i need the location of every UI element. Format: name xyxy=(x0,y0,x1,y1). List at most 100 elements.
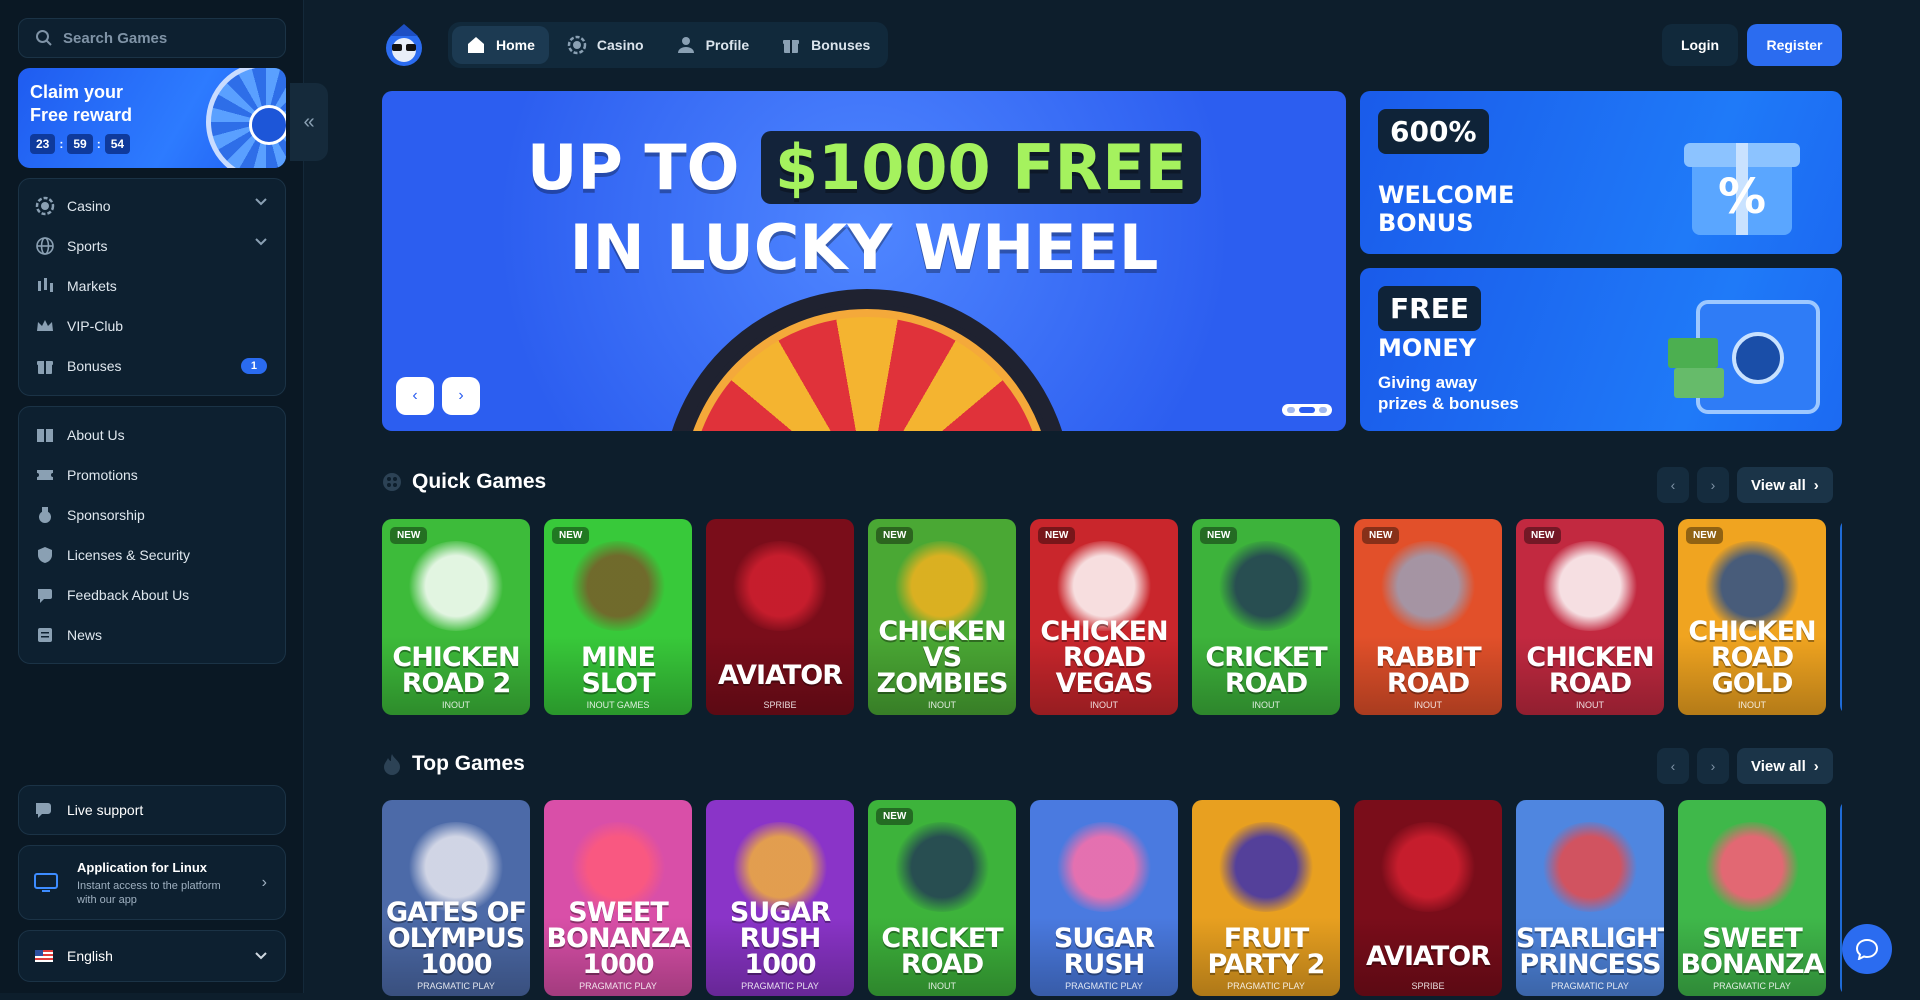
game-card[interactable]: NEW MINE SLOT INOUT GAMES xyxy=(544,519,692,715)
game-card[interactable]: SWEET BONANZA 1000 PRAGMATIC PLAY xyxy=(544,800,692,996)
wheel-graphic xyxy=(206,68,286,168)
crown-icon xyxy=(37,320,53,331)
quick-games-view-all[interactable]: View all › xyxy=(1737,467,1833,503)
login-button[interactable]: Login xyxy=(1662,24,1738,66)
game-title: CHICKEN VS ZOMBIES xyxy=(876,616,1009,699)
game-card[interactable]: GATES OF OLYMPUS 1000 PRAGMATIC PLAY xyxy=(382,800,530,996)
chevron-right-icon: › xyxy=(1710,477,1716,493)
top-games-next-button[interactable]: › xyxy=(1697,748,1729,784)
timer-seconds: 54 xyxy=(104,134,131,154)
game-artwork xyxy=(892,822,992,912)
search-input[interactable]: Search Games xyxy=(18,18,286,58)
new-badge: NEW xyxy=(1524,527,1562,544)
game-card[interactable]: NEW CHICKEN ROAD INOUT xyxy=(1516,519,1664,715)
quick-games-nav: ‹ › View all › xyxy=(1657,467,1833,503)
sidebar-item-feedback-about-us[interactable]: Feedback About Us xyxy=(19,575,285,615)
game-card[interactable]: AVIATOR SPRIBE xyxy=(706,519,854,715)
sidebar-menu-main: Casino Sports Markets VIP-Club Bonuses 1 xyxy=(18,178,286,396)
game-provider: SPRIBE xyxy=(1411,981,1445,991)
new-badge: NEW xyxy=(876,808,914,825)
hero-banner[interactable]: UP TO $1000 FREE IN LUCKY WHEEL ‹ › xyxy=(382,91,1346,431)
game-card-peek[interactable] xyxy=(1840,519,1842,715)
free-reward-promo[interactable]: Claim your Free reward 23: 59: 54 xyxy=(18,68,286,168)
mascot-logo-icon xyxy=(386,24,422,66)
game-card[interactable]: SUGAR RUSH PRAGMATIC PLAY xyxy=(1030,800,1178,996)
sidebar-item-label: Sponsorship xyxy=(67,507,145,523)
globe-icon xyxy=(36,237,54,255)
sidebar-item-label: Casino xyxy=(67,198,111,214)
tab-bonuses[interactable]: Bonuses xyxy=(767,26,884,64)
sidebar-item-promotions[interactable]: Promotions xyxy=(19,455,285,495)
game-card[interactable]: NEW CHICKEN ROAD GOLD INOUT xyxy=(1678,519,1826,715)
monitor-icon xyxy=(34,873,58,892)
game-card[interactable]: NEW CHICKEN ROAD VEGAS INOUT xyxy=(1030,519,1178,715)
game-provider: PRAGMATIC PLAY xyxy=(741,981,819,991)
quick-games-row: NEW CHICKEN ROAD 2 INOUT NEW MINE SLOT INOUT GA… xyxy=(382,519,1842,719)
home-icon xyxy=(468,37,484,53)
svg-text:%: % xyxy=(1718,169,1766,225)
tab-casino[interactable]: Casino xyxy=(553,26,658,64)
live-support-button[interactable]: Live support xyxy=(18,785,286,835)
search-icon xyxy=(36,30,52,46)
sidebar-item-sports[interactable]: Sports xyxy=(19,226,285,266)
game-card[interactable]: FRUIT PARTY 2 PRAGMATIC PLAY xyxy=(1192,800,1340,996)
game-provider: PRAGMATIC PLAY xyxy=(417,981,495,991)
free-money-banner[interactable]: FREE MONEY Giving away prizes & bonuses xyxy=(1360,268,1842,431)
carousel-dots[interactable] xyxy=(1282,404,1332,416)
game-card[interactable]: NEW CHICKEN VS ZOMBIES INOUT xyxy=(868,519,1016,715)
collapse-sidebar-button[interactable]: « xyxy=(290,83,328,161)
game-title: RABBIT ROAD xyxy=(1375,642,1481,699)
welcome-bonus-banner[interactable]: 600% WELCOME BONUS % xyxy=(1360,91,1842,254)
sidebar-item-label: Promotions xyxy=(67,467,138,483)
sidebar-item-vip-club[interactable]: VIP-Club xyxy=(19,306,285,346)
chat-button[interactable] xyxy=(1842,924,1892,974)
welcome-bonus-title: WELCOME BONUS xyxy=(1378,181,1515,237)
new-badge: NEW xyxy=(552,527,590,544)
site-logo[interactable] xyxy=(382,22,426,68)
register-button[interactable]: Register xyxy=(1747,24,1842,66)
game-card[interactable]: NEW CHICKEN ROAD 2 INOUT xyxy=(382,519,530,715)
dice-icon xyxy=(383,473,401,491)
top-games-prev-button[interactable]: ‹ xyxy=(1657,748,1689,784)
game-card[interactable]: NEW CRICKET ROAD INOUT xyxy=(1192,519,1340,715)
sidebar-item-sponsorship[interactable]: Sponsorship xyxy=(19,495,285,535)
tab-label: Home xyxy=(496,37,535,53)
sidebar-item-about-us[interactable]: About Us xyxy=(19,415,285,455)
chat-support-icon xyxy=(36,803,51,818)
new-badge: NEW xyxy=(390,527,428,544)
gift-box-icon: % xyxy=(1684,143,1800,235)
sidebar-item-markets[interactable]: Markets xyxy=(19,266,285,306)
sidebar-item-licenses-security[interactable]: Licenses & Security xyxy=(19,535,285,575)
sidebar-item-bonuses[interactable]: Bonuses 1 xyxy=(19,346,285,386)
game-card[interactable]: STARLIGHT PRINCESS PRAGMATIC PLAY xyxy=(1516,800,1664,996)
game-card-peek[interactable] xyxy=(1840,800,1842,996)
chat-bubble-icon xyxy=(1855,938,1879,960)
game-card[interactable]: AVIATOR SPRIBE xyxy=(1354,800,1502,996)
new-badge: NEW xyxy=(876,527,914,544)
sidebar-menu-info: About Us Promotions Sponsorship Licenses & … xyxy=(18,406,286,664)
tab-home[interactable]: Home xyxy=(452,26,549,64)
game-provider: INOUT xyxy=(928,700,956,710)
game-card[interactable]: NEW RABBIT ROAD INOUT xyxy=(1354,519,1502,715)
game-provider: INOUT xyxy=(928,981,956,991)
quick-games-next-button[interactable]: › xyxy=(1697,467,1729,503)
game-card[interactable]: SWEET BONANZA PRAGMATIC PLAY xyxy=(1678,800,1826,996)
game-card[interactable]: NEW CRICKET ROAD INOUT xyxy=(868,800,1016,996)
hero-next-button[interactable]: › xyxy=(442,377,480,415)
game-title: STARLIGHT PRINCESS xyxy=(1516,923,1664,980)
game-artwork xyxy=(406,541,506,631)
sidebar-item-news[interactable]: News xyxy=(19,615,285,655)
game-title: CHICKEN ROAD 2 xyxy=(392,642,520,699)
game-card[interactable]: SUGAR RUSH 1000 PRAGMATIC PLAY xyxy=(706,800,854,996)
language-selector[interactable]: English xyxy=(18,930,286,982)
promo-title: Claim your Free reward xyxy=(30,82,133,125)
top-games-title: Top Games xyxy=(412,752,525,775)
game-artwork xyxy=(1540,541,1640,631)
hero-prev-button[interactable]: ‹ xyxy=(396,377,434,415)
linux-app-banner[interactable]: Application for Linux Instant access to … xyxy=(18,845,286,920)
sidebar-item-casino[interactable]: Casino xyxy=(19,186,285,226)
tab-profile[interactable]: Profile xyxy=(662,26,764,64)
top-games-view-all[interactable]: View all › xyxy=(1737,748,1833,784)
game-title: GATES OF OLYMPUS 1000 xyxy=(385,897,527,980)
quick-games-prev-button[interactable]: ‹ xyxy=(1657,467,1689,503)
